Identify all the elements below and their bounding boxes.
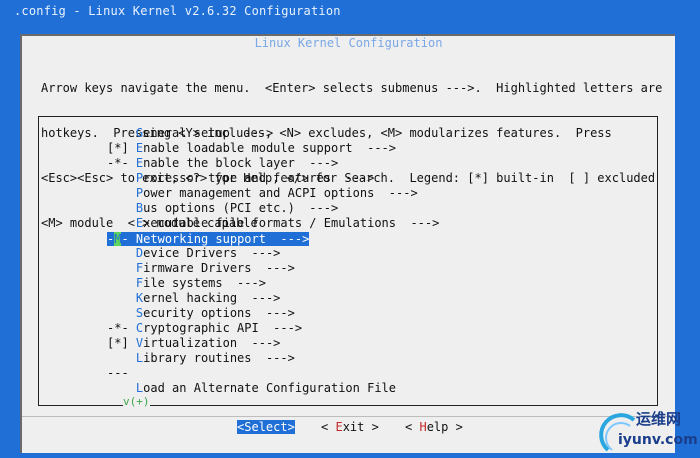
window-title: .config - Linux Kernel v2.6.32 Configura… xyxy=(14,4,341,18)
button-label: xit > xyxy=(342,420,379,434)
menu-item-power-management[interactable]: Power management and ACPI options ---> xyxy=(107,186,418,200)
menu-item-prefix: -*- xyxy=(107,321,136,335)
menu-item-label: etworking support ---> xyxy=(143,232,310,246)
menu-item-networking-support[interactable]: -M- Networking support ---> xyxy=(107,232,310,246)
menu-item-prefix: - xyxy=(121,232,136,246)
button-bracket: < xyxy=(321,420,336,434)
button-divider xyxy=(22,416,675,417)
button-bracket: < xyxy=(405,420,420,434)
menu-item-label: us options (PCI etc.) ---> xyxy=(143,201,339,215)
menu-item-general-setup[interactable]: General setup ---> xyxy=(107,126,273,140)
menu-item-prefix xyxy=(107,291,136,305)
exit-button[interactable]: < Exit > xyxy=(321,420,379,434)
menu-item-prefix xyxy=(107,276,136,290)
menu-item-label: ecurity options ---> xyxy=(143,306,295,320)
menu-item-file-systems[interactable]: File systems ---> xyxy=(107,276,266,290)
menu-item-label: irmware Drivers ---> xyxy=(143,261,295,275)
menu-item-label: nable loadable module support ---> xyxy=(143,141,397,155)
button-hotkey: E xyxy=(335,420,343,434)
watermark: 运维网 iyunv.com xyxy=(594,406,698,456)
menu-item-prefix xyxy=(107,381,136,395)
menu-item-label: eneral setup ---> xyxy=(143,126,274,140)
menu-item-block-layer[interactable]: -*- Enable the block layer ---> xyxy=(107,156,338,170)
menu-item-label: ile systems ---> xyxy=(143,276,266,290)
menu-item-prefix xyxy=(107,126,136,140)
button-label: elect> xyxy=(251,420,295,434)
menu-item-virtualization[interactable]: [*] Virtualization ---> xyxy=(107,336,280,350)
menu-item-label: ower management and ACPI options ---> xyxy=(143,186,418,200)
menu-item-bus-options[interactable]: Bus options (PCI etc.) ---> xyxy=(107,201,338,215)
menu-item-security-options[interactable]: Security options ---> xyxy=(107,306,295,320)
menu-item-cryptographic-api[interactable]: -*- Cryptographic API ---> xyxy=(107,321,302,335)
menu-item-processor-type[interactable]: Processor type and features ---> xyxy=(107,171,374,185)
watermark-cn: 运维网 xyxy=(636,410,682,428)
menu-list: General setup ---> [*] Enable loadable m… xyxy=(38,116,658,408)
dialog-title-bar: Linux Kernel Configuration xyxy=(22,36,675,50)
select-button[interactable]: <Select> xyxy=(237,420,295,434)
menu-item-label: evice Drivers ---> xyxy=(143,246,281,260)
menu-item-label: ibrary routines ---> xyxy=(143,351,295,365)
menu-item-prefix xyxy=(107,186,136,200)
help-line: Arrow keys navigate the menu. <Enter> se… xyxy=(41,81,663,95)
menu-item-prefix: -*- xyxy=(107,156,136,170)
scroll-indicator: v(+) xyxy=(123,395,150,408)
menu-item-prefix xyxy=(107,216,136,230)
menu-item-prefix xyxy=(107,201,136,215)
menu-item-library-routines[interactable]: Library routines ---> xyxy=(107,351,295,365)
watermark-url: iyunv.com xyxy=(618,432,698,448)
menu-item-device-drivers[interactable]: Device Drivers ---> xyxy=(107,246,281,260)
menu-item-firmware-drivers[interactable]: Firmware Drivers ---> xyxy=(107,261,295,275)
menu-separator: --- xyxy=(107,366,136,380)
button-label: elp > xyxy=(426,420,463,434)
menu-item-label: nable the block layer ---> xyxy=(143,156,339,170)
config-dialog: Linux Kernel Configuration Arrow keys na… xyxy=(20,34,675,453)
dialog-title: Linux Kernel Configuration xyxy=(250,36,447,50)
menu-item-label: ernel hacking ---> xyxy=(143,291,281,305)
menu-item-label: irtualization ---> xyxy=(143,336,281,350)
menu-item-prefix xyxy=(107,306,136,320)
button-hotkey: H xyxy=(419,420,427,434)
menu-item-loadable-module[interactable]: [*] Enable loadable module support ---> xyxy=(107,141,396,155)
menu-item-label: rocessor type and features ---> xyxy=(143,171,375,185)
menu-item-kernel-hacking[interactable]: Kernel hacking ---> xyxy=(107,291,281,305)
menu-item-label: oad an Alternate Configuration File xyxy=(143,381,397,395)
menu-item-prefix: [*] xyxy=(107,141,136,155)
menu-item-load-alternate-config[interactable]: Load an Alternate Configuration File xyxy=(107,381,396,395)
menu-item-label: ryptographic API ---> xyxy=(143,321,303,335)
menu-item-prefix xyxy=(107,246,136,260)
help-button[interactable]: < Help > xyxy=(405,420,463,434)
menu-item-label: xecutable file formats / Emulations ---> xyxy=(143,216,440,230)
menu-item-prefix xyxy=(107,261,136,275)
menu-item-executable-formats[interactable]: Executable file formats / Emulations ---… xyxy=(107,216,439,230)
menu-item-prefix xyxy=(107,351,136,365)
menu-item-prefix xyxy=(107,171,136,185)
menu-item-prefix: [*] xyxy=(107,336,136,350)
menu-item-prefix: --- xyxy=(107,366,136,380)
